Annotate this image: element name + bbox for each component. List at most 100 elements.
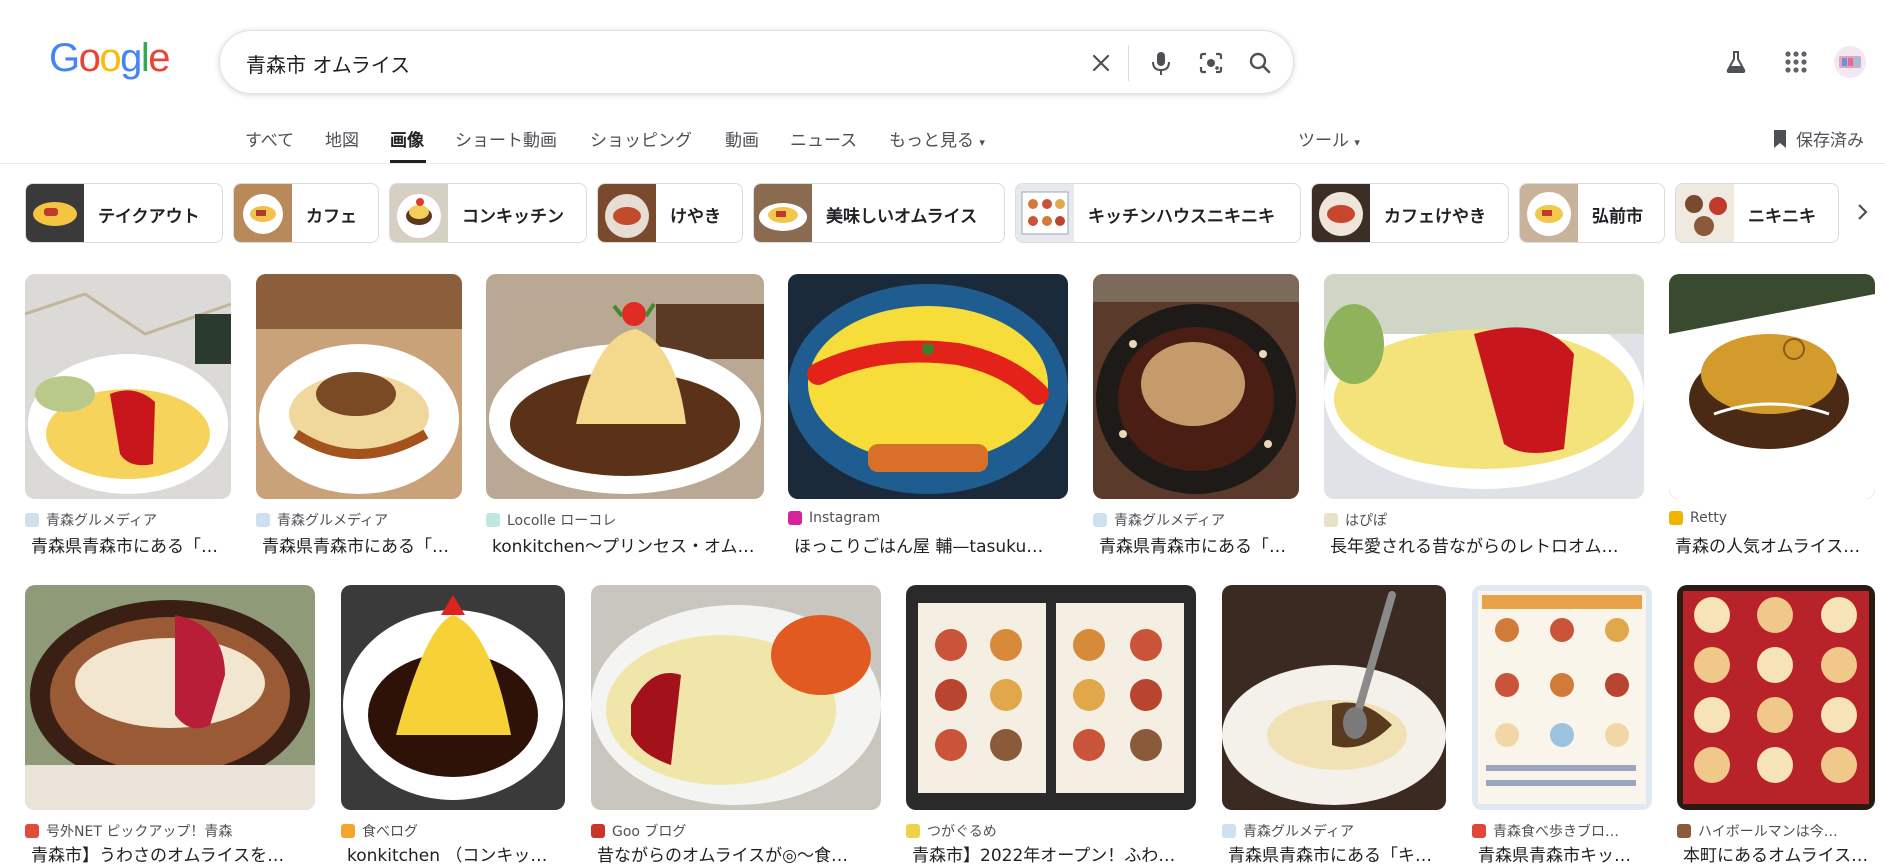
tools-button[interactable]: ツール ▾ xyxy=(1298,126,1360,151)
favicon-icon xyxy=(341,824,355,838)
tab-more[interactable]: もっと見る ▾ xyxy=(889,126,985,151)
tab-videos[interactable]: 動画 xyxy=(725,126,759,151)
result-thumbnail xyxy=(1222,585,1446,810)
result-source: Instagram xyxy=(788,510,880,526)
result-source: ハイボールマンは今… xyxy=(1677,821,1838,841)
result-source: Locolle ローコレ xyxy=(486,510,616,530)
source-name: 食べログ xyxy=(362,824,418,840)
source-name: 青森グルメディア xyxy=(1243,824,1355,840)
image-result[interactable]: 青森グルメディア 青森県青森市にある「… xyxy=(1093,274,1299,564)
google-logo[interactable]: Google xyxy=(49,36,170,81)
apps-grid-icon[interactable] xyxy=(1778,44,1814,80)
result-thumbnail xyxy=(788,274,1068,499)
chip[interactable]: けやき xyxy=(597,183,743,243)
chip[interactable]: カフェけやき xyxy=(1311,183,1509,243)
result-title: 昔ながらのオムライスが◎〜食… xyxy=(597,846,848,866)
favicon-icon xyxy=(25,513,39,527)
image-result[interactable]: Locolle ローコレ konkitchen〜プリンセス・オム… xyxy=(486,274,764,564)
result-thumbnail xyxy=(25,585,315,810)
image-result[interactable]: つがぐるめ 青森市】2022年オープン！ふわ… xyxy=(906,585,1196,866)
search-divider xyxy=(1128,45,1129,81)
favicon-icon xyxy=(1222,824,1236,838)
tab-maps[interactable]: 地図 xyxy=(325,126,359,151)
result-title: 青森市】うわさのオムライスを… xyxy=(31,846,285,866)
chevron-down-icon: ▾ xyxy=(1354,136,1360,149)
logo-letter: g xyxy=(120,36,142,80)
image-result[interactable]: 青森食べ歩きブロ… 青森県青森市キッ… xyxy=(1472,585,1652,866)
avatar[interactable] xyxy=(1832,44,1868,80)
tab-short-videos[interactable]: ショート動画 xyxy=(455,126,557,151)
favicon-icon xyxy=(256,513,270,527)
mic-icon[interactable] xyxy=(1144,46,1178,80)
clear-icon[interactable] xyxy=(1084,46,1118,80)
result-source: 青森食べ歩きブロ… xyxy=(1472,821,1619,841)
chip[interactable]: カフェ xyxy=(233,183,379,243)
source-name: 青森グルメディア xyxy=(46,513,158,529)
favicon-icon xyxy=(1472,824,1486,838)
chip-label: 美味しいオムライス xyxy=(826,207,978,227)
active-tab-indicator xyxy=(390,160,426,163)
result-source: 青森グルメディア xyxy=(1093,510,1225,530)
image-result[interactable]: Retty 青森の人気オムライス… xyxy=(1669,274,1875,564)
source-name: 号外NET ピックアップ！青森 xyxy=(46,824,233,840)
chip-thumbnail xyxy=(26,184,84,242)
labs-flask-icon[interactable] xyxy=(1718,44,1754,80)
chip-thumbnail xyxy=(598,184,656,242)
result-source: Retty xyxy=(1669,510,1727,526)
search-box[interactable]: 青森市 オムライス xyxy=(219,30,1294,94)
logo-letter: G xyxy=(49,36,80,80)
chip[interactable]: キッチンハウスニキニキ xyxy=(1015,183,1301,243)
favicon-icon xyxy=(1324,513,1338,527)
image-result[interactable]: Goo ブログ 昔ながらのオムライスが◎〜食… xyxy=(591,585,881,866)
chip-thumbnail xyxy=(1676,184,1734,242)
result-thumbnail xyxy=(1669,274,1875,499)
tab-news[interactable]: ニュース xyxy=(790,126,857,151)
result-thumbnail xyxy=(1677,585,1875,810)
logo-letter: e xyxy=(148,36,170,80)
image-result[interactable]: Instagram ほっこりごはん屋 輔—tasuku… xyxy=(788,274,1068,564)
tab-shopping[interactable]: ショッピング xyxy=(590,126,692,151)
saved-button[interactable]: 保存済み xyxy=(1772,126,1864,151)
result-thumbnail xyxy=(341,585,565,810)
chip-label: テイクアウト xyxy=(98,207,200,227)
favicon-icon xyxy=(1669,511,1683,525)
result-title: ほっこりごはん屋 輔—tasuku… xyxy=(794,537,1044,557)
lens-icon[interactable] xyxy=(1194,46,1228,80)
image-result[interactable]: 青森グルメディア 青森県青森市にある「… xyxy=(25,274,231,564)
chip[interactable]: 弘前市 xyxy=(1519,183,1665,243)
image-result[interactable]: はぴぽ 長年愛される昔ながらのレトロオム… xyxy=(1324,274,1644,564)
chip[interactable]: テイクアウト xyxy=(25,183,223,243)
favicon-icon xyxy=(1093,513,1107,527)
result-thumbnail xyxy=(591,585,881,810)
result-title: 青森県青森市にある「… xyxy=(1099,537,1286,557)
tab-images[interactable]: 画像 xyxy=(390,126,424,151)
result-title: 青森市】2022年オープン！ふわ… xyxy=(912,846,1176,866)
chip-label: ニキニキ xyxy=(1748,207,1816,227)
result-source: 青森グルメディア xyxy=(25,510,157,530)
result-thumbnail xyxy=(1093,274,1299,499)
favicon-icon xyxy=(25,824,39,838)
chevron-down-icon: ▾ xyxy=(979,136,985,149)
result-source: はぴぽ xyxy=(1324,510,1387,530)
chip-label: カフェけやき xyxy=(1384,207,1486,227)
source-name: Instagram xyxy=(809,510,881,526)
chevron-right-icon[interactable] xyxy=(1850,200,1874,224)
search-icon[interactable] xyxy=(1243,46,1277,80)
tab-more-label: もっと見る xyxy=(889,131,974,151)
image-result[interactable]: 食べログ konkitchen （コンキッ… xyxy=(341,585,565,866)
image-result[interactable]: 青森グルメディア 青森県青森市にある「キ… xyxy=(1222,585,1446,866)
chip[interactable]: コンキッチン xyxy=(389,183,587,243)
image-result[interactable]: 青森グルメディア 青森県青森市にある「… xyxy=(256,274,462,564)
saved-label: 保存済み xyxy=(1796,131,1864,151)
tab-all[interactable]: すべて xyxy=(245,126,294,151)
chip-thumbnail xyxy=(1016,184,1074,242)
image-result[interactable]: ハイボールマンは今… 本町にあるオムライス専… xyxy=(1677,585,1875,866)
image-result[interactable]: 号外NET ピックアップ！青森 青森市】うわさのオムライスを… xyxy=(25,585,315,866)
chip-thumbnail xyxy=(1312,184,1370,242)
result-title: 青森の人気オムライス… xyxy=(1675,537,1861,557)
chip[interactable]: 美味しいオムライス xyxy=(753,183,1005,243)
chip-label: キッチンハウスニキニキ xyxy=(1088,207,1275,227)
search-input[interactable]: 青森市 オムライス xyxy=(246,49,410,78)
refinement-chips: テイクアウト カフェ コンキッチン けやき 美味しいオムライス キッチンハウスニ… xyxy=(0,183,1885,243)
chip[interactable]: ニキニキ xyxy=(1675,183,1839,243)
